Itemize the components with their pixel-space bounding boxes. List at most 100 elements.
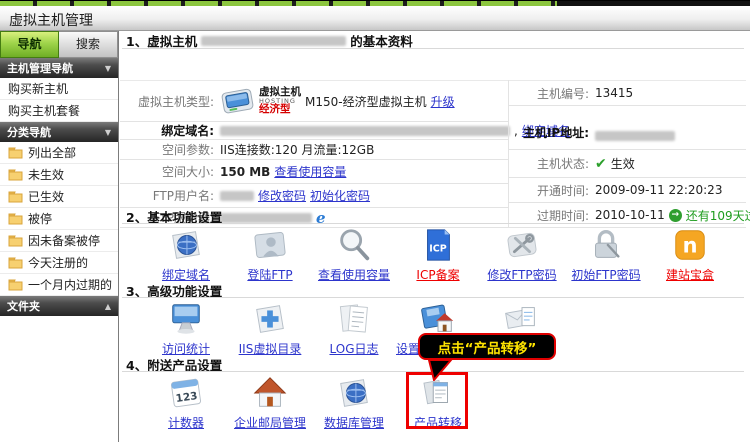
callout-bubble: 点击“产品转移” bbox=[418, 333, 556, 360]
change-password-link[interactable]: 修改密码 bbox=[258, 187, 306, 204]
feature-counter[interactable]: 123 计数器 bbox=[144, 374, 228, 431]
feature-view-usage[interactable]: 查看使用容量 bbox=[312, 226, 396, 283]
page-title: 虚拟主机管理 bbox=[9, 10, 93, 30]
bind-domain-label: 绑定域名: bbox=[120, 122, 220, 139]
sidebar-item-buy-new-host[interactable]: 购买新主机 bbox=[0, 78, 118, 100]
lock-icon bbox=[587, 226, 625, 264]
sidebar-item-suspended-no-icp[interactable]: 因未备案被停 bbox=[0, 230, 118, 252]
feature-label[interactable]: 初始FTP密码 bbox=[571, 266, 640, 283]
folder-icon bbox=[8, 147, 23, 159]
hosting-monitor-icon bbox=[220, 86, 256, 116]
host-status-label: 主机状态: bbox=[509, 155, 595, 172]
host-info-right-table: 主机编号: 13415 主机IP地址: 主机状态: ✔ 生效 开通时间: 200… bbox=[508, 80, 746, 228]
tab-search[interactable]: 搜索 bbox=[59, 31, 118, 58]
init-password-link[interactable]: 初始化密码 bbox=[310, 187, 370, 204]
svg-text:ICP: ICP bbox=[429, 244, 447, 255]
row-bind-domain: 绑定域名: , 绑定域名 bbox=[120, 122, 508, 140]
main-content: 1、虚拟主机 的基本资料 虚拟主机类型: bbox=[120, 31, 750, 442]
sidebar-item-label: 购买新主机 bbox=[8, 80, 68, 97]
feature-enterprise-mail[interactable]: 企业邮局管理 bbox=[228, 374, 312, 431]
host-type-label: 虚拟主机类型: bbox=[120, 93, 220, 110]
sidebar-item-label: 今天注册的 bbox=[28, 254, 88, 271]
row-host-id: 主机编号: 13415 bbox=[509, 80, 746, 106]
magnifier-icon bbox=[335, 226, 373, 264]
divider bbox=[122, 297, 744, 298]
space-size-value: 150 MB bbox=[220, 165, 270, 179]
folder-icon bbox=[8, 257, 23, 269]
sidebar-item-inactive[interactable]: 未生效 bbox=[0, 164, 118, 186]
tools-icon bbox=[503, 226, 541, 264]
row-host-type: 虚拟主机类型: 虚拟主机 HO bbox=[120, 80, 508, 122]
group-host-management[interactable]: 主机管理导航 ▼ bbox=[0, 58, 118, 78]
feature-bind-domain[interactable]: 绑定域名 bbox=[144, 226, 228, 283]
feature-label[interactable]: 修改FTP密码 bbox=[487, 266, 556, 283]
chevron-down-icon: ▼ bbox=[105, 128, 111, 137]
feature-label[interactable]: 查看使用容量 bbox=[318, 266, 390, 283]
space-params-value: IIS连接数:120 月流量:12GB bbox=[220, 141, 374, 158]
feature-icp-record[interactable]: ICP ICP备案 bbox=[396, 226, 480, 283]
sidebar-item-registered-today[interactable]: 今天注册的 bbox=[0, 252, 118, 274]
sidebar-item-expiring-in-month[interactable]: 一个月内过期的 bbox=[0, 274, 118, 296]
feature-sitebox[interactable]: n 建站宝盒 bbox=[648, 226, 732, 283]
row-host-ip: 主机IP地址: bbox=[509, 106, 746, 150]
folder-icon bbox=[8, 235, 23, 247]
feature-visit-stats[interactable]: 访问统计 bbox=[144, 300, 228, 357]
feature-label[interactable]: 建站宝盒 bbox=[666, 266, 714, 283]
folder-icon bbox=[8, 279, 23, 291]
group-title: 分类导航 bbox=[7, 124, 51, 140]
sidebar-item-label: 因未备案被停 bbox=[28, 232, 100, 249]
redacted-domains bbox=[220, 126, 510, 136]
upgrade-link[interactable]: 升级 bbox=[431, 93, 455, 110]
sidebar-item-buy-host-plan[interactable]: 购买主机套餐 bbox=[0, 100, 118, 122]
basic-feature-grid: 绑定域名 登陆FTP 查看使用容量 ICP ICP备案 bbox=[144, 226, 732, 283]
sidebar-item-label: 未生效 bbox=[28, 166, 64, 183]
host-type-value: M150-经济型虚拟主机 bbox=[305, 93, 427, 110]
feature-label[interactable]: 企业邮局管理 bbox=[234, 414, 306, 431]
sidebar-item-label: 购买主机套餐 bbox=[8, 102, 80, 119]
group-category-nav[interactable]: 分类导航 ▼ bbox=[0, 122, 118, 142]
redacted-host-name bbox=[201, 36, 346, 46]
sidebar-item-list-all[interactable]: 列出全部 bbox=[0, 142, 118, 164]
feature-label[interactable]: LOG日志 bbox=[329, 340, 378, 357]
chevron-up-icon: ▲ bbox=[105, 302, 111, 311]
sidebar-item-suspended[interactable]: 被停 bbox=[0, 208, 118, 230]
feature-log[interactable]: LOG日志 bbox=[312, 300, 396, 357]
folder-plus-icon bbox=[251, 300, 289, 338]
badge-line1: 虚拟主机 bbox=[259, 87, 301, 98]
feature-label[interactable]: 数据库管理 bbox=[324, 414, 384, 431]
green-arrow-icon: → bbox=[669, 209, 682, 222]
feature-label[interactable]: ICP备案 bbox=[416, 266, 459, 283]
feature-label[interactable]: 计数器 bbox=[168, 414, 204, 431]
title-bar: 虚拟主机管理 bbox=[0, 6, 750, 31]
row-host-status: 主机状态: ✔ 生效 bbox=[509, 150, 746, 178]
tab-navigation[interactable]: 导航 bbox=[0, 31, 59, 58]
sidebar: 导航 搜索 主机管理导航 ▼ 购买新主机 购买主机套餐 分类导航 ▼ 列出全部 … bbox=[0, 31, 119, 442]
feature-label[interactable]: 设置 bbox=[396, 340, 420, 357]
folder-icon bbox=[8, 213, 23, 225]
sidebar-item-active[interactable]: 已生效 bbox=[0, 186, 118, 208]
view-usage-link[interactable]: 查看使用容量 bbox=[274, 163, 346, 180]
feature-init-ftp-password[interactable]: 初始FTP密码 bbox=[564, 226, 648, 283]
sidebar-item-label: 被停 bbox=[28, 210, 52, 227]
space-size-label: 空间大小: bbox=[120, 163, 220, 180]
divider bbox=[122, 223, 744, 224]
feature-login-ftp[interactable]: 登陆FTP bbox=[228, 226, 312, 283]
badge-line3: 经济型 bbox=[259, 104, 301, 115]
feature-change-ftp-password[interactable]: 修改FTP密码 bbox=[480, 226, 564, 283]
folder-icon bbox=[8, 169, 23, 181]
open-time-label: 开通时间: bbox=[509, 182, 595, 199]
log-documents-icon bbox=[335, 300, 373, 338]
house-icon bbox=[251, 374, 289, 412]
check-icon: ✔ bbox=[595, 157, 607, 171]
row-expire-time: 过期时间: 2010-10-11 → 还有109天过期 续费 bbox=[509, 203, 746, 228]
virtual-host-manager-window: 虚拟主机管理 导航 搜索 主机管理导航 ▼ 购买新主机 购买主机套餐 分类导航 … bbox=[0, 0, 750, 442]
days-left-note: 还有109天过期 bbox=[686, 207, 750, 224]
feature-label[interactable]: 登陆FTP bbox=[247, 266, 292, 283]
chevron-down-icon: ▼ bbox=[105, 64, 111, 73]
group-folders[interactable]: 文件夹 ▲ bbox=[0, 296, 118, 316]
feature-database[interactable]: 数据库管理 bbox=[312, 374, 396, 431]
sidebar-item-label: 一个月内过期的 bbox=[28, 276, 112, 293]
feature-label[interactable]: IIS虚拟目录 bbox=[239, 340, 302, 357]
feature-iis-virtual-dir[interactable]: IIS虚拟目录 bbox=[228, 300, 312, 357]
expire-time-label: 过期时间: bbox=[509, 207, 595, 224]
